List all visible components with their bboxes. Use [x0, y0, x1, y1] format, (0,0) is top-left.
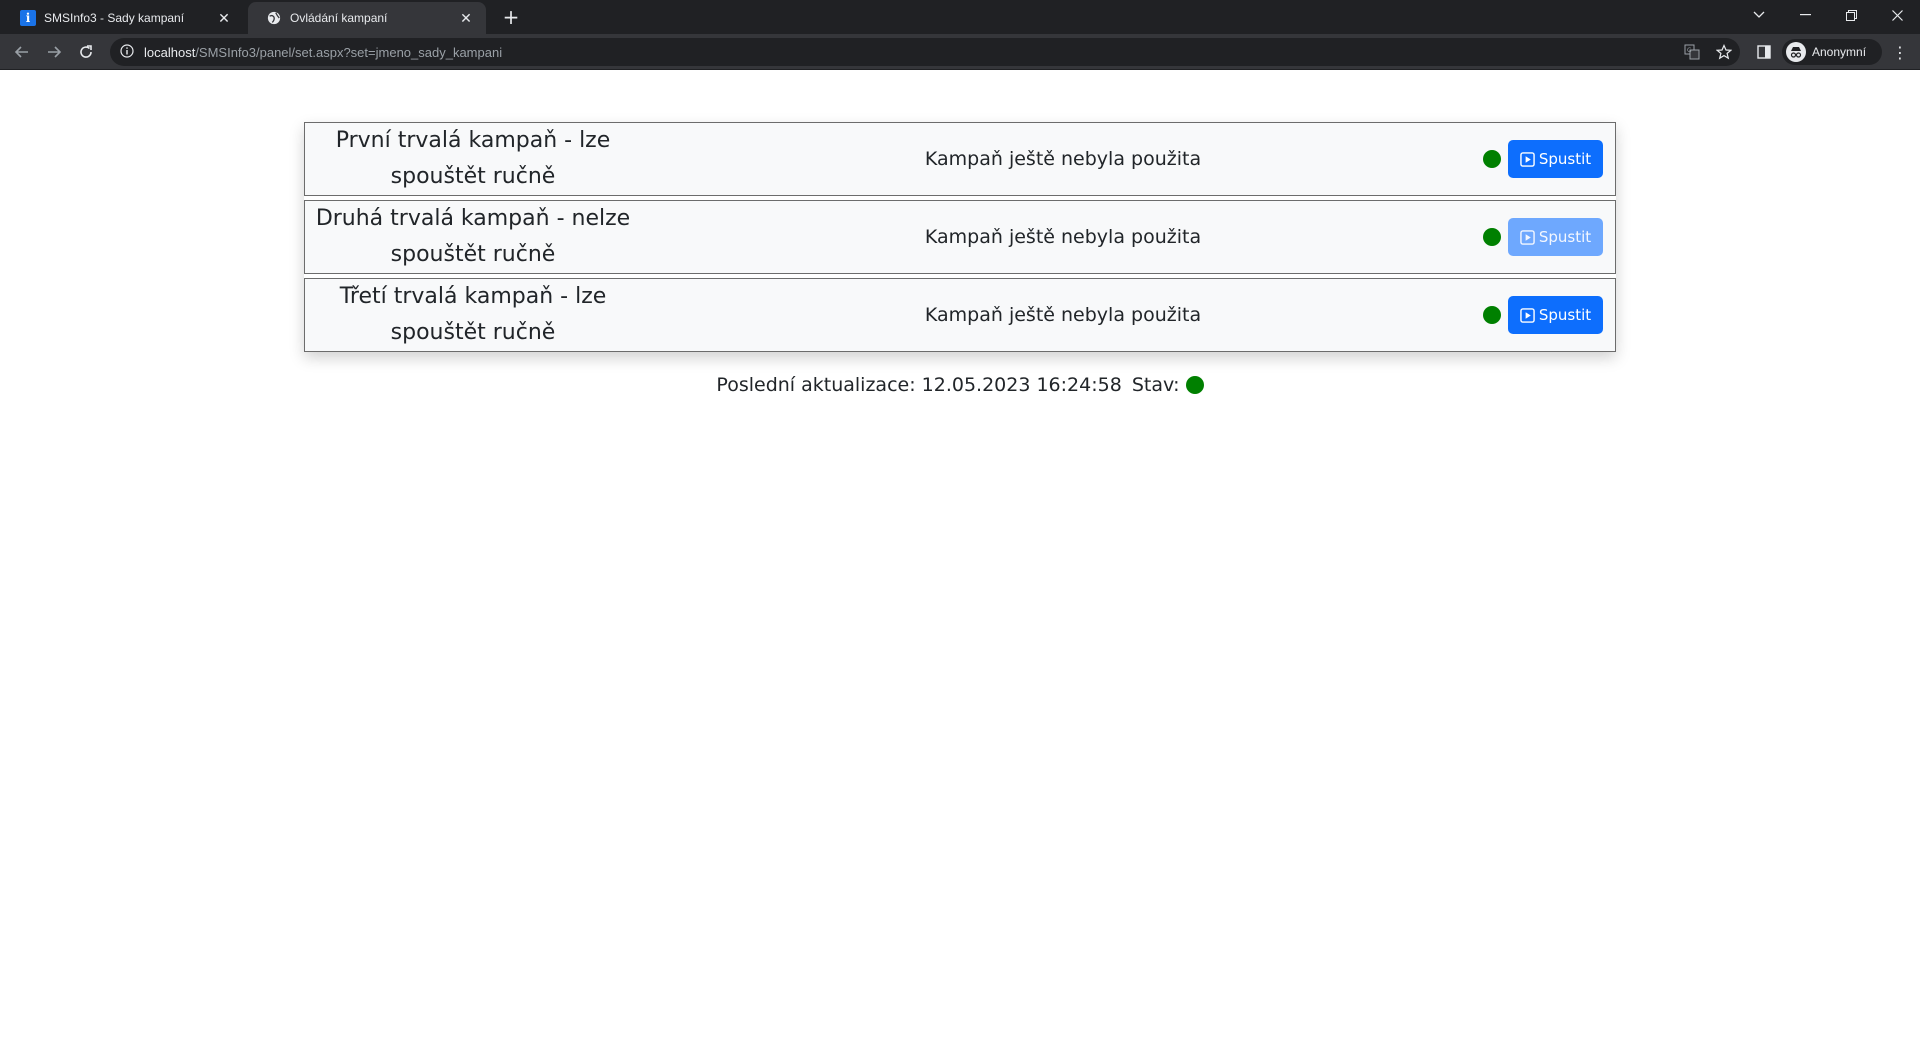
start-campaign-button[interactable]: Spustit — [1508, 140, 1603, 178]
campaign-status: Kampaň ještě nebyla použita — [924, 304, 1202, 326]
campaign-name-line: Třetí trvalá kampaň - lze — [339, 284, 607, 309]
tab-ovladani-kampani[interactable]: Ovládání kampaní ✕ — [248, 2, 486, 34]
info-icon: i — [20, 10, 36, 26]
window-close-icon[interactable] — [1874, 0, 1920, 30]
status-dot-icon — [1483, 228, 1501, 246]
tab-sady-kampani[interactable]: i SMSInfo3 - Sady kampaní ✕ — [2, 2, 244, 34]
campaign-name-line: Druhá trvalá kampaň - nelze — [315, 206, 631, 231]
start-campaign-button[interactable]: Spustit — [1508, 296, 1603, 334]
side-panel-icon[interactable] — [1750, 38, 1778, 66]
campaign-status: Kampaň ještě nebyla použita — [924, 226, 1202, 248]
campaign-row: Třetí trvalá kampaň - lze spouštět ručně… — [304, 278, 1616, 352]
close-icon[interactable]: ✕ — [216, 10, 232, 26]
campaign-row: Druhá trvalá kampaň - nelze spouštět ruč… — [304, 200, 1616, 274]
translate-icon[interactable]: G — [1678, 38, 1706, 66]
tab-title: SMSInfo3 - Sady kampaní — [44, 11, 185, 25]
play-icon — [1520, 229, 1535, 245]
address-bar[interactable]: localhost/SMSInfo3/panel/set.aspx?set=jm… — [110, 38, 1740, 66]
profile-name: Anonymní — [1812, 45, 1867, 59]
tab-title: Ovládání kampaní — [290, 11, 388, 25]
url-host: localhost — [144, 44, 196, 60]
campaign-name-line: spouštět ručně — [390, 320, 556, 345]
campaign-actions: Spustit — [1483, 296, 1603, 334]
campaign-actions: Spustit — [1483, 140, 1603, 178]
new-tab-button[interactable]: + — [500, 5, 522, 29]
campaign-name-line: spouštět ručně — [390, 164, 556, 189]
campaign-list: První trvalá kampaň - lze spouštět ručně… — [304, 122, 1616, 352]
url-path: /SMSInfo3/panel/set.aspx?set=jmeno_sady_… — [195, 44, 503, 60]
browser-tab-bar: i SMSInfo3 - Sady kampaní ✕ Ovládání kam… — [0, 0, 1920, 34]
play-icon — [1520, 307, 1535, 323]
campaign-name-line: spouštět ručně — [390, 242, 556, 267]
bookmark-star-icon[interactable] — [1710, 38, 1738, 66]
status-dot-icon — [1483, 150, 1501, 168]
tab-search-chevron-icon[interactable] — [1736, 0, 1782, 30]
campaign-name: První trvalá kampaň - lze spouštět ručně — [305, 123, 635, 195]
play-icon — [1520, 151, 1535, 167]
forward-arrow-icon[interactable] — [40, 38, 68, 66]
close-icon[interactable]: ✕ — [458, 10, 474, 26]
incognito-icon — [1786, 42, 1806, 62]
minimize-icon[interactable] — [1782, 0, 1828, 30]
svg-text:G: G — [1687, 47, 1692, 54]
browser-toolbar: localhost/SMSInfo3/panel/set.aspx?set=jm… — [0, 34, 1920, 70]
button-label: Spustit — [1538, 306, 1592, 324]
url-text: localhost/SMSInfo3/panel/set.aspx?set=jm… — [144, 45, 502, 60]
state-dot-icon — [1185, 376, 1204, 394]
state-label: Stav: — [1131, 374, 1180, 396]
profile-button[interactable]: Anonymní — [1782, 39, 1882, 65]
status-footer: Poslední aktualizace: 12.05.2023 16:24:5… — [0, 374, 1920, 396]
start-campaign-button: Spustit — [1508, 218, 1603, 256]
restore-icon[interactable] — [1828, 0, 1874, 30]
campaign-name: Třetí trvalá kampaň - lze spouštět ručně — [305, 279, 635, 351]
kebab-menu-icon[interactable]: ⋮ — [1886, 38, 1914, 66]
last-update-text: Poslední aktualizace: 12.05.2023 16:24:5… — [716, 374, 1122, 396]
campaign-row: První trvalá kampaň - lze spouštět ručně… — [304, 122, 1616, 196]
button-label: Spustit — [1538, 150, 1592, 168]
site-info-icon[interactable] — [120, 43, 134, 62]
campaign-status: Kampaň ještě nebyla použita — [924, 148, 1202, 170]
back-arrow-icon[interactable] — [8, 38, 36, 66]
status-dot-icon — [1483, 306, 1501, 324]
globe-icon — [266, 10, 282, 26]
campaign-name-line: První trvalá kampaň - lze — [335, 128, 611, 153]
campaign-actions: Spustit — [1483, 218, 1603, 256]
button-label: Spustit — [1538, 228, 1592, 246]
reload-icon[interactable] — [72, 38, 100, 66]
campaign-name: Druhá trvalá kampaň - nelze spouštět ruč… — [305, 201, 635, 273]
